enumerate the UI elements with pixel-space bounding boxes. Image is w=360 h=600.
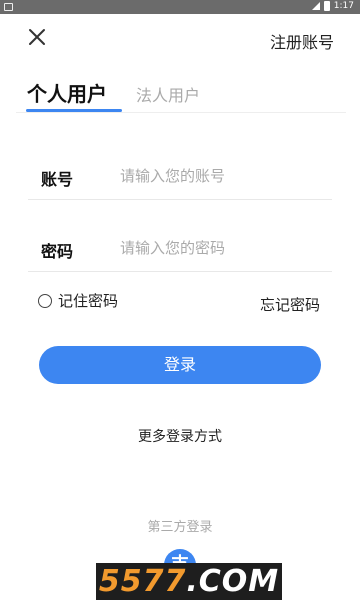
account-label: 账号 (41, 170, 74, 189)
close-icon[interactable] (26, 26, 48, 48)
third-party-login-label: 第三方登录 (147, 520, 213, 535)
tabs-divider (16, 112, 346, 113)
status-bar: 1:17 (0, 0, 360, 14)
account-field: 账号 (28, 156, 332, 200)
remember-radio[interactable] (38, 293, 52, 308)
remember-password-option[interactable]: 记住密码 (38, 290, 118, 311)
account-input[interactable] (120, 162, 320, 190)
more-login-methods-link[interactable]: 更多登录方式 (0, 426, 360, 446)
password-field: 密码 (28, 228, 332, 272)
notification-icon (4, 3, 13, 11)
battery-icon (323, 1, 330, 11)
signal-icon (311, 2, 320, 10)
forgot-password-link[interactable]: 忘记密码 (260, 294, 320, 315)
watermark-logo: 5577.COM (96, 563, 282, 600)
register-link[interactable]: 注册账号 (270, 29, 334, 53)
password-input[interactable] (120, 234, 320, 262)
watermark-main: 5577 (98, 564, 187, 599)
status-time: 1:17 (333, 1, 354, 11)
user-type-tabs: 个人用户 法人用户 (0, 72, 360, 114)
top-bar: 注册账号 (0, 14, 360, 62)
login-button[interactable]: 登录 (39, 346, 321, 384)
tab-legal-user[interactable]: 法人用户 (136, 82, 200, 106)
password-label: 密码 (41, 242, 74, 261)
tab-personal-user[interactable]: 个人用户 (27, 78, 107, 107)
remember-label: 记住密码 (58, 292, 119, 310)
watermark-suffix: .COM (186, 564, 280, 599)
